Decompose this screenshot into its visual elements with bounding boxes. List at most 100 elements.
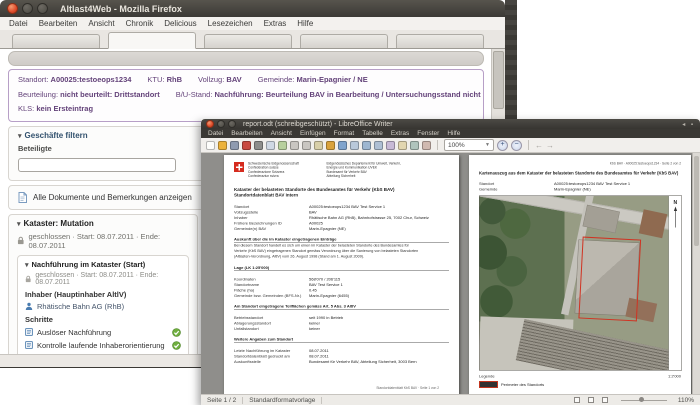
menu-item[interactable]: Fenster: [417, 130, 439, 137]
legend-item-label: Perimeter des Standorts: [501, 382, 545, 387]
paste-icon[interactable]: [314, 140, 323, 150]
navigator-icon[interactable]: [410, 140, 419, 150]
step-label: Auslöser Nachführung: [37, 327, 112, 337]
app-tab[interactable]: [396, 34, 484, 48]
app-tab[interactable]: [108, 32, 196, 49]
undo-icon[interactable]: [338, 140, 347, 150]
table-icon[interactable]: [374, 140, 383, 150]
menu-item[interactable]: Lesezeichen: [208, 19, 253, 28]
check-icon: [172, 328, 181, 337]
draw-functions-icon[interactable]: [386, 140, 395, 150]
firefox-menubar: Datei Bearbeiten Ansicht Chronik Delicious Le…: [0, 17, 505, 31]
back-arrow-icon[interactable]: ←: [535, 141, 543, 150]
cut-icon[interactable]: [290, 140, 299, 150]
show-all-documents-link[interactable]: Alle Dokumente und Bemerkungen anzeigen: [33, 193, 192, 202]
maximize-button[interactable]: [228, 120, 236, 128]
app-tab[interactable]: [300, 34, 388, 48]
save-icon[interactable]: [230, 140, 239, 150]
view-single-page-icon[interactable]: [573, 397, 580, 403]
view-book-icon[interactable]: [601, 397, 608, 403]
close-button[interactable]: [206, 120, 214, 128]
menu-item[interactable]: Extras: [264, 19, 287, 28]
gallery-icon[interactable]: [422, 140, 431, 150]
map-title: Kartenauszug aus dem Kataster der belast…: [479, 170, 679, 176]
menu-item[interactable]: Hilfe: [297, 19, 313, 28]
page-preview-icon[interactable]: [266, 140, 275, 150]
spelling-icon[interactable]: [278, 140, 287, 150]
data-row: Vollzugsstelle BAV: [234, 210, 317, 215]
data-row: Fläche (ha) 0.45: [234, 287, 317, 293]
step-row[interactable]: Auslöser Nachführung: [25, 328, 181, 337]
minimize-button[interactable]: [22, 3, 33, 14]
info-line-1: Standort: A00025:testoeops1234 KTU: RhB Vo…: [18, 73, 474, 88]
toolbar-separator: [437, 140, 438, 150]
menu-item[interactable]: Bearbeiten: [39, 19, 78, 28]
menu-item[interactable]: Ansicht: [271, 130, 292, 137]
menu-item[interactable]: Chronik: [126, 19, 154, 28]
lock-icon: [17, 237, 24, 245]
find-replace-icon[interactable]: [398, 140, 407, 150]
data-row: Auskunftsstelle Bundesamt für Verkehr BAV…: [234, 359, 417, 364]
data-row: Letzte Nachführung im Kataster 08.07.2011: [234, 348, 329, 353]
export-pdf-icon[interactable]: [242, 140, 251, 150]
kataster-panel: ▾ Kataster: Mutation geschlossen · Start:…: [8, 213, 198, 355]
swiss-cross-logo: [234, 162, 244, 172]
data-row: Gemeinde(n) BAV Marin-Epagnier (NE): [234, 226, 346, 232]
info-label: Vollzug:: [198, 75, 225, 84]
menu-item[interactable]: Delicious: [164, 19, 196, 28]
nachfuehrung-header[interactable]: ▾ Nachführung im Kataster (Start): [25, 260, 181, 269]
zoom-slider-handle[interactable]: [639, 397, 645, 402]
zoom-slider[interactable]: [620, 397, 667, 402]
filter-input[interactable]: [18, 158, 176, 173]
maximize-button[interactable]: [37, 3, 48, 14]
perimeter-legend-swatch: [479, 381, 498, 388]
kataster-header[interactable]: ▾ Kataster: Mutation: [17, 219, 189, 228]
task-icon: [25, 328, 33, 337]
scrollbar-thumb[interactable]: [694, 156, 699, 246]
writer-scrollbar[interactable]: [692, 153, 700, 395]
app-tab[interactable]: [204, 34, 292, 48]
menu-item[interactable]: Datei: [9, 19, 28, 28]
close-button[interactable]: [7, 3, 18, 14]
lock-icon: [25, 275, 31, 282]
document-page-2: KbS BAV · A00025:testoeops1234 · Seite 2…: [469, 155, 691, 395]
inhaber-label: Inhaber (Hauptinhaber AltlV): [25, 289, 127, 299]
new-document-icon[interactable]: [206, 140, 215, 150]
inhaber-entry[interactable]: Rhätische Bahn AG (RhB): [25, 302, 181, 311]
menu-item[interactable]: Tabelle: [362, 130, 383, 137]
format-paintbrush-icon[interactable]: [326, 140, 335, 150]
menu-item[interactable]: Datei: [208, 130, 223, 137]
window-title: report.odt (schreibgeschützt) - LibreOff…: [243, 120, 393, 128]
menu-item[interactable]: Extras: [391, 130, 409, 137]
open-icon[interactable]: [218, 140, 227, 150]
menu-item[interactable]: Format: [334, 130, 355, 137]
info-value: Marin-Epagnier / NE: [296, 75, 368, 84]
window-title: Altlast4Web - Mozilla Firefox: [60, 3, 182, 14]
view-multi-page-icon[interactable]: [587, 397, 594, 403]
hyperlink-icon[interactable]: [362, 140, 371, 150]
data-row: Gemeinde Marin-Epagnier (NE): [479, 187, 591, 192]
redo-icon[interactable]: [350, 140, 359, 150]
section-nav: [8, 51, 484, 66]
minimize-button[interactable]: [217, 120, 225, 128]
zoom-out-button[interactable]: −: [511, 139, 522, 151]
menu-item[interactable]: Ansicht: [88, 19, 114, 28]
zoom-in-button[interactable]: +: [497, 139, 508, 151]
info-value: BAV: [226, 75, 242, 84]
field-label: Beteiligte: [18, 143, 52, 153]
step-row[interactable]: Kontrolle laufende Inhaberorientierung: [25, 341, 181, 350]
menu-item[interactable]: Bearbeiten: [231, 130, 262, 137]
data-row: Standort A00025:testoeops1234 BAV Test Se…: [234, 204, 386, 210]
copy-icon[interactable]: [302, 140, 311, 150]
print-icon[interactable]: [254, 140, 263, 150]
map-scale: 1:2'000: [668, 374, 681, 379]
menu-item[interactable]: Einfügen: [300, 130, 326, 137]
app-tab[interactable]: [12, 34, 100, 48]
info-label: Beurteilung:: [18, 89, 59, 99]
forward-arrow-icon[interactable]: →: [546, 141, 554, 150]
scrollbar-thumb[interactable]: [493, 51, 504, 109]
writer-statusbar: Seite 1 / 2 Standardformatvorlage 110%: [201, 394, 700, 405]
menu-item[interactable]: Hilfe: [447, 130, 460, 137]
info-line-3: KLS: kein Ersteintrag: [18, 102, 474, 117]
zoom-combobox[interactable]: 100% ▼: [444, 139, 494, 151]
